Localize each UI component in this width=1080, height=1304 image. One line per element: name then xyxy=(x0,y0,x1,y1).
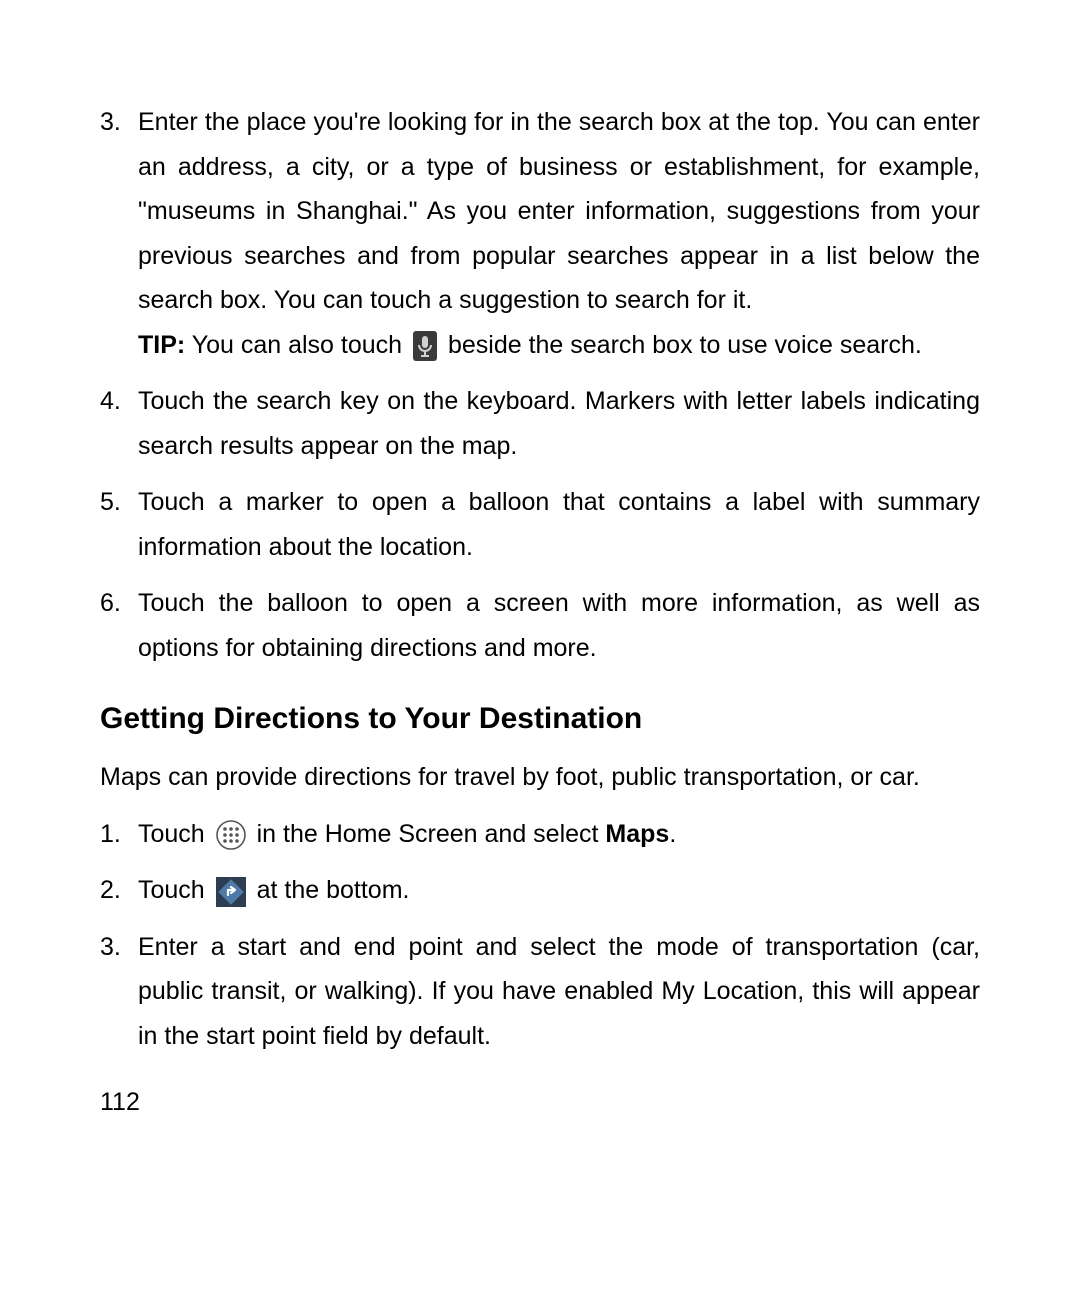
step-5: 5. Touch a marker to open a balloon that… xyxy=(100,480,980,569)
directions-icon xyxy=(216,877,246,907)
dir-step-1: 1. Touch in the Home Sc xyxy=(100,812,980,857)
step-number: 2. xyxy=(100,868,138,913)
step-text: Touch the balloon to open a screen with … xyxy=(138,581,980,670)
tip-label: TIP: xyxy=(138,331,185,359)
step-text: Touch the search key on the keyboard. Ma… xyxy=(138,379,980,468)
text-before: Touch xyxy=(138,820,212,848)
microphone-icon xyxy=(413,331,437,361)
maps-label: Maps xyxy=(605,820,669,848)
text-after-2: . xyxy=(669,820,676,848)
step-body: Touch at the bottom. xyxy=(138,868,980,913)
dir-step-3: 3. Enter a start and end point and selec… xyxy=(100,925,980,1059)
step-number: 4. xyxy=(100,379,138,424)
step-number: 3. xyxy=(100,100,138,145)
tip-text-before: You can also touch xyxy=(185,331,409,359)
apps-grid-icon xyxy=(216,820,246,850)
section-intro: Maps can provide directions for travel b… xyxy=(100,755,980,800)
continued-steps-list: 3. Enter the place you're looking for in… xyxy=(100,100,980,670)
text-after-1: in the Home Screen and select xyxy=(250,820,606,848)
step-number: 5. xyxy=(100,480,138,525)
text-before: Touch xyxy=(138,876,212,904)
dir-step-2: 2. Touch at the bottom. xyxy=(100,868,980,913)
page-number: 112 xyxy=(100,1080,140,1125)
step-number: 1. xyxy=(100,812,138,857)
step-text: Enter the place you're looking for in th… xyxy=(138,108,980,314)
manual-page: 3. Enter the place you're looking for in… xyxy=(0,0,1080,1304)
section-heading: Getting Directions to Your Destination xyxy=(100,692,980,745)
directions-steps-list: 1. Touch in the Home Sc xyxy=(100,812,980,1059)
step-text: Touch a marker to open a balloon that co… xyxy=(138,480,980,569)
step-3: 3. Enter the place you're looking for in… xyxy=(100,100,980,367)
step-6: 6. Touch the balloon to open a screen wi… xyxy=(100,581,980,670)
step-text: Enter a start and end point and select t… xyxy=(138,925,980,1059)
step-number: 6. xyxy=(100,581,138,626)
text-after: at the bottom. xyxy=(250,876,410,904)
step-4: 4. Touch the search key on the keyboard.… xyxy=(100,379,980,468)
step-number: 3. xyxy=(100,925,138,970)
step-body: Enter the place you're looking for in th… xyxy=(138,100,980,367)
tip-text-after: beside the search box to use voice searc… xyxy=(441,331,922,359)
step-body: Touch in the Home Screen and select Ma xyxy=(138,812,980,857)
